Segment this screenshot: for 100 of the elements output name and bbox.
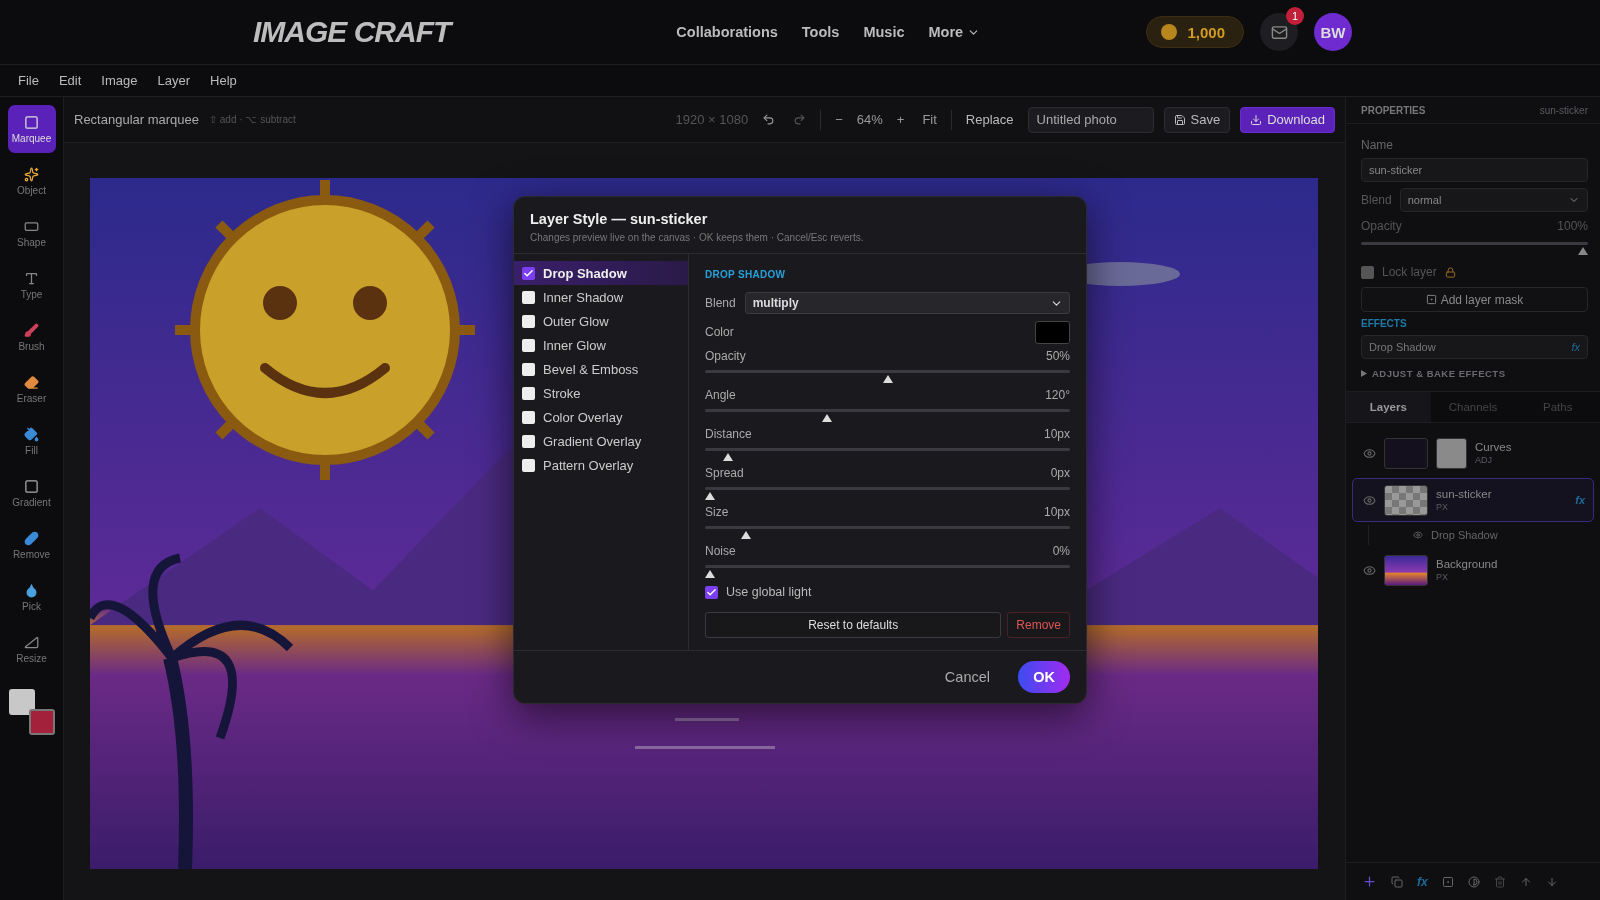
tool-button[interactable]: Object <box>7 157 56 205</box>
name-field[interactable]: sun-sticker <box>1361 158 1588 182</box>
color-swatch[interactable] <box>8 689 35 715</box>
marquee-icon <box>24 114 39 130</box>
zoom-in-button[interactable]: + <box>892 112 909 127</box>
effect-item[interactable]: Color Overlay <box>514 405 688 429</box>
tool-button[interactable]: Resize <box>7 625 56 673</box>
checkbox[interactable] <box>522 314 535 328</box>
ok-button[interactable]: OK <box>1018 661 1070 693</box>
effect-item[interactable]: Inner Shadow <box>514 285 688 309</box>
nav-link[interactable]: More <box>928 24 981 40</box>
dialog-title: Layer Style — sun-sticker <box>530 211 709 227</box>
tool-button[interactable]: Eraser <box>7 365 56 413</box>
eye-icon[interactable] <box>1413 530 1423 540</box>
effect-label: Gradient Overlay <box>543 433 642 449</box>
effect-item[interactable]: Pattern Overlay <box>514 453 688 477</box>
checkbox[interactable] <box>522 434 535 448</box>
checkbox[interactable] <box>522 386 535 400</box>
menu-item[interactable]: Edit <box>50 73 90 88</box>
cancel-button[interactable]: Cancel <box>938 668 996 686</box>
checkbox[interactable] <box>522 290 535 304</box>
layer-effect-item[interactable]: Drop Shadow <box>1368 525 1594 545</box>
file-name-field[interactable]: Untitled photo <box>1027 106 1154 133</box>
half-circle-icon[interactable] <box>1467 875 1480 888</box>
nav-link[interactable]: Music <box>863 24 905 40</box>
remove-button[interactable]: Remove <box>1007 612 1070 638</box>
replace-button[interactable]: Replace <box>961 112 1018 127</box>
color-swatch[interactable] <box>1035 320 1070 344</box>
slider-value: 0% <box>1052 544 1070 558</box>
checkbox[interactable] <box>522 362 535 376</box>
zoom-out-button[interactable]: − <box>831 112 847 127</box>
effect-item[interactable]: Drop Shadow <box>514 261 688 285</box>
tool-button[interactable]: Fill <box>7 417 56 465</box>
checkbox[interactable] <box>522 458 535 472</box>
blend-select[interactable]: multiply <box>744 292 1070 314</box>
notification-count: 1 <box>1286 7 1304 25</box>
checkbox[interactable] <box>522 338 535 352</box>
checkbox[interactable] <box>522 410 535 424</box>
effect-item[interactable]: Stroke <box>514 381 688 405</box>
effects-title: EFFECTS <box>1361 318 1408 329</box>
inbox-button[interactable] <box>1260 13 1298 51</box>
opacity-label: Opacity <box>1361 219 1402 233</box>
reset-button[interactable]: Reset to defaults <box>705 612 1002 638</box>
checkbox[interactable] <box>522 266 535 280</box>
fit-button[interactable]: Fit <box>918 112 941 127</box>
slider-value: 10px <box>1043 427 1070 441</box>
save-button[interactable]: Save <box>1163 106 1231 133</box>
layer-row[interactable]: Background PX <box>1352 548 1594 592</box>
tool-button[interactable]: Shape <box>7 209 56 257</box>
add-mask-button[interactable]: Add layer mask <box>1361 287 1588 312</box>
effect-item[interactable]: Drop Shadow fx <box>1361 335 1588 359</box>
plus-icon[interactable] <box>1362 874 1377 889</box>
slider-thumb[interactable] <box>1578 247 1588 255</box>
type-icon <box>24 270 39 286</box>
layer-row[interactable]: sun-sticker PX fx <box>1352 478 1594 522</box>
tool-button[interactable]: Gradient <box>7 469 56 517</box>
layer-title: Background <box>1436 558 1499 570</box>
coin-balance[interactable]: 1,000 <box>1146 16 1244 48</box>
mask-icon[interactable] <box>1441 875 1454 888</box>
slider-value: 50% <box>1045 349 1070 363</box>
tool-button[interactable]: Type <box>7 261 56 309</box>
effect-item[interactable]: Outer Glow <box>514 309 688 333</box>
menu-item[interactable]: Layer <box>149 73 199 88</box>
nav-link[interactable]: Tools <box>801 24 840 40</box>
lock-icon <box>1444 266 1456 278</box>
slider-label: Size <box>705 505 729 519</box>
blend-select[interactable]: normal <box>1399 188 1588 212</box>
tool-button[interactable]: Marquee <box>7 105 56 153</box>
layer-row[interactable]: Curves ADJ <box>1352 431 1594 475</box>
eraser-icon <box>24 374 39 390</box>
tool-button[interactable]: Remove <box>7 521 56 569</box>
effect-item[interactable]: Bevel & Emboss <box>514 357 688 381</box>
tool-button[interactable]: Pick <box>7 573 56 621</box>
checkbox[interactable] <box>705 585 718 599</box>
effect-item[interactable]: Inner Glow <box>514 333 688 357</box>
slider-value: 10px <box>1043 505 1070 519</box>
eye-icon[interactable] <box>1363 446 1376 460</box>
effect-item[interactable]: Gradient Overlay <box>514 429 688 453</box>
menu-item[interactable]: Help <box>202 73 245 88</box>
effect-label: Inner Shadow <box>543 289 624 305</box>
color-swatch[interactable] <box>28 709 55 735</box>
download-button[interactable]: Download <box>1240 106 1335 133</box>
effect-label: Drop Shadow <box>543 265 627 281</box>
ruler-triangle-icon <box>24 634 39 650</box>
checkbox[interactable] <box>1361 265 1374 279</box>
adjust-toggle[interactable]: ADJUST & BAKE EFFECTS <box>1361 365 1588 381</box>
tool-button[interactable]: Brush <box>7 313 56 361</box>
blend-label: Blend <box>1361 193 1392 207</box>
eye-icon[interactable] <box>1363 563 1376 577</box>
nav-link[interactable]: Collaborations <box>676 24 778 40</box>
panel-tab[interactable]: Layers <box>1346 392 1431 422</box>
user-avatar[interactable]: BW <box>1314 13 1352 51</box>
slider-label: Noise <box>705 544 736 558</box>
droplet-icon <box>24 582 39 598</box>
eye-icon[interactable] <box>1363 493 1376 507</box>
mask-icon <box>1425 294 1437 305</box>
menu-item[interactable]: File <box>10 73 47 88</box>
menu-item[interactable]: Image <box>93 73 146 88</box>
logo[interactable]: IMAGE CRAFT <box>253 15 451 49</box>
tool-hint: ⇧ add · ⌥ subtract <box>209 114 296 125</box>
